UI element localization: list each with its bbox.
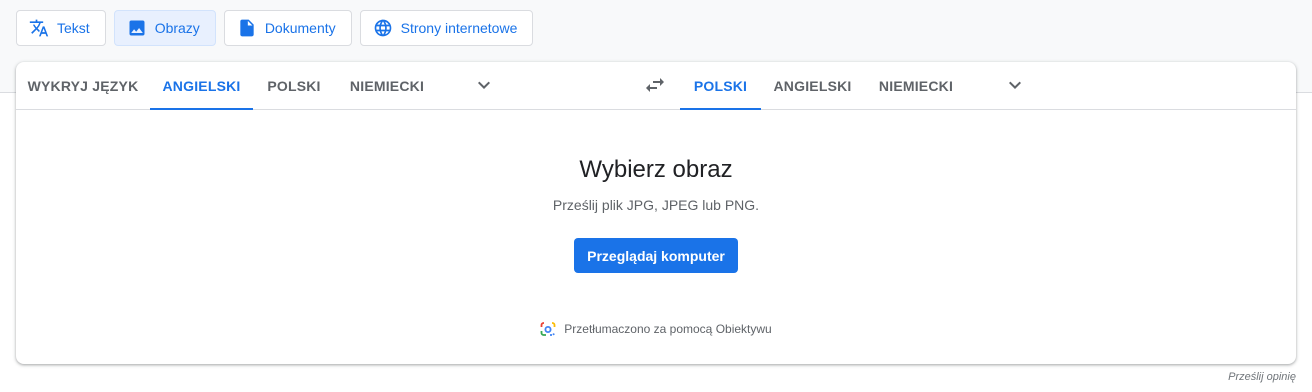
globe-icon <box>373 18 393 38</box>
mode-websites-button[interactable]: Strony internetowe <box>359 10 534 46</box>
target-lang-english-tab[interactable]: ANGIELSKI <box>761 62 864 109</box>
swap-languages-icon[interactable] <box>643 73 667 97</box>
source-lang-detect-tab[interactable]: WYKRYJ JĘZYK <box>16 62 150 109</box>
mode-bar: Tekst Obrazy Dokumenty Strony internetow… <box>16 10 534 46</box>
lens-attribution-text: Przetłumaczono za pomocą Obiektywu <box>564 322 772 336</box>
language-bar: WYKRYJ JĘZYK ANGIELSKI POLSKI NIEMIECKI … <box>16 62 1296 110</box>
upload-subtitle: Prześlij plik JPG, JPEG lub PNG. <box>552 197 760 213</box>
translation-card: WYKRYJ JĘZYK ANGIELSKI POLSKI NIEMIECKI … <box>16 62 1296 364</box>
target-lang-german-tab[interactable]: NIEMIECKI <box>864 62 968 109</box>
send-feedback-link[interactable]: Prześlij opinię <box>1228 371 1296 383</box>
translate-icon <box>29 18 49 38</box>
mode-documents-label: Dokumenty <box>264 20 336 36</box>
source-lang-english-tab[interactable]: ANGIELSKI <box>150 62 253 110</box>
source-lang-german-tab[interactable]: NIEMIECKI <box>335 62 439 109</box>
target-lang-polish-tab[interactable]: POLSKI <box>680 62 761 110</box>
document-icon <box>237 18 257 38</box>
source-lang-polish-tab[interactable]: POLSKI <box>253 62 335 109</box>
image-icon <box>127 18 147 38</box>
chevron-down-icon[interactable] <box>1003 73 1027 97</box>
mode-websites-label: Strony internetowe <box>400 20 518 36</box>
lens-attribution: Przetłumaczono za pomocą Obiektywu <box>16 321 1296 337</box>
mode-images-label: Obrazy <box>154 20 200 36</box>
chevron-down-icon[interactable] <box>472 73 496 97</box>
upload-title: Wybierz obraz <box>579 156 733 183</box>
browse-computer-button[interactable]: Przeglądaj komputer <box>574 238 738 273</box>
mode-documents-button[interactable]: Dokumenty <box>223 10 352 46</box>
mode-text-label: Tekst <box>57 20 90 36</box>
google-lens-icon <box>540 321 556 337</box>
mode-text-button[interactable]: Tekst <box>16 10 106 46</box>
mode-images-button[interactable]: Obrazy <box>113 10 216 46</box>
